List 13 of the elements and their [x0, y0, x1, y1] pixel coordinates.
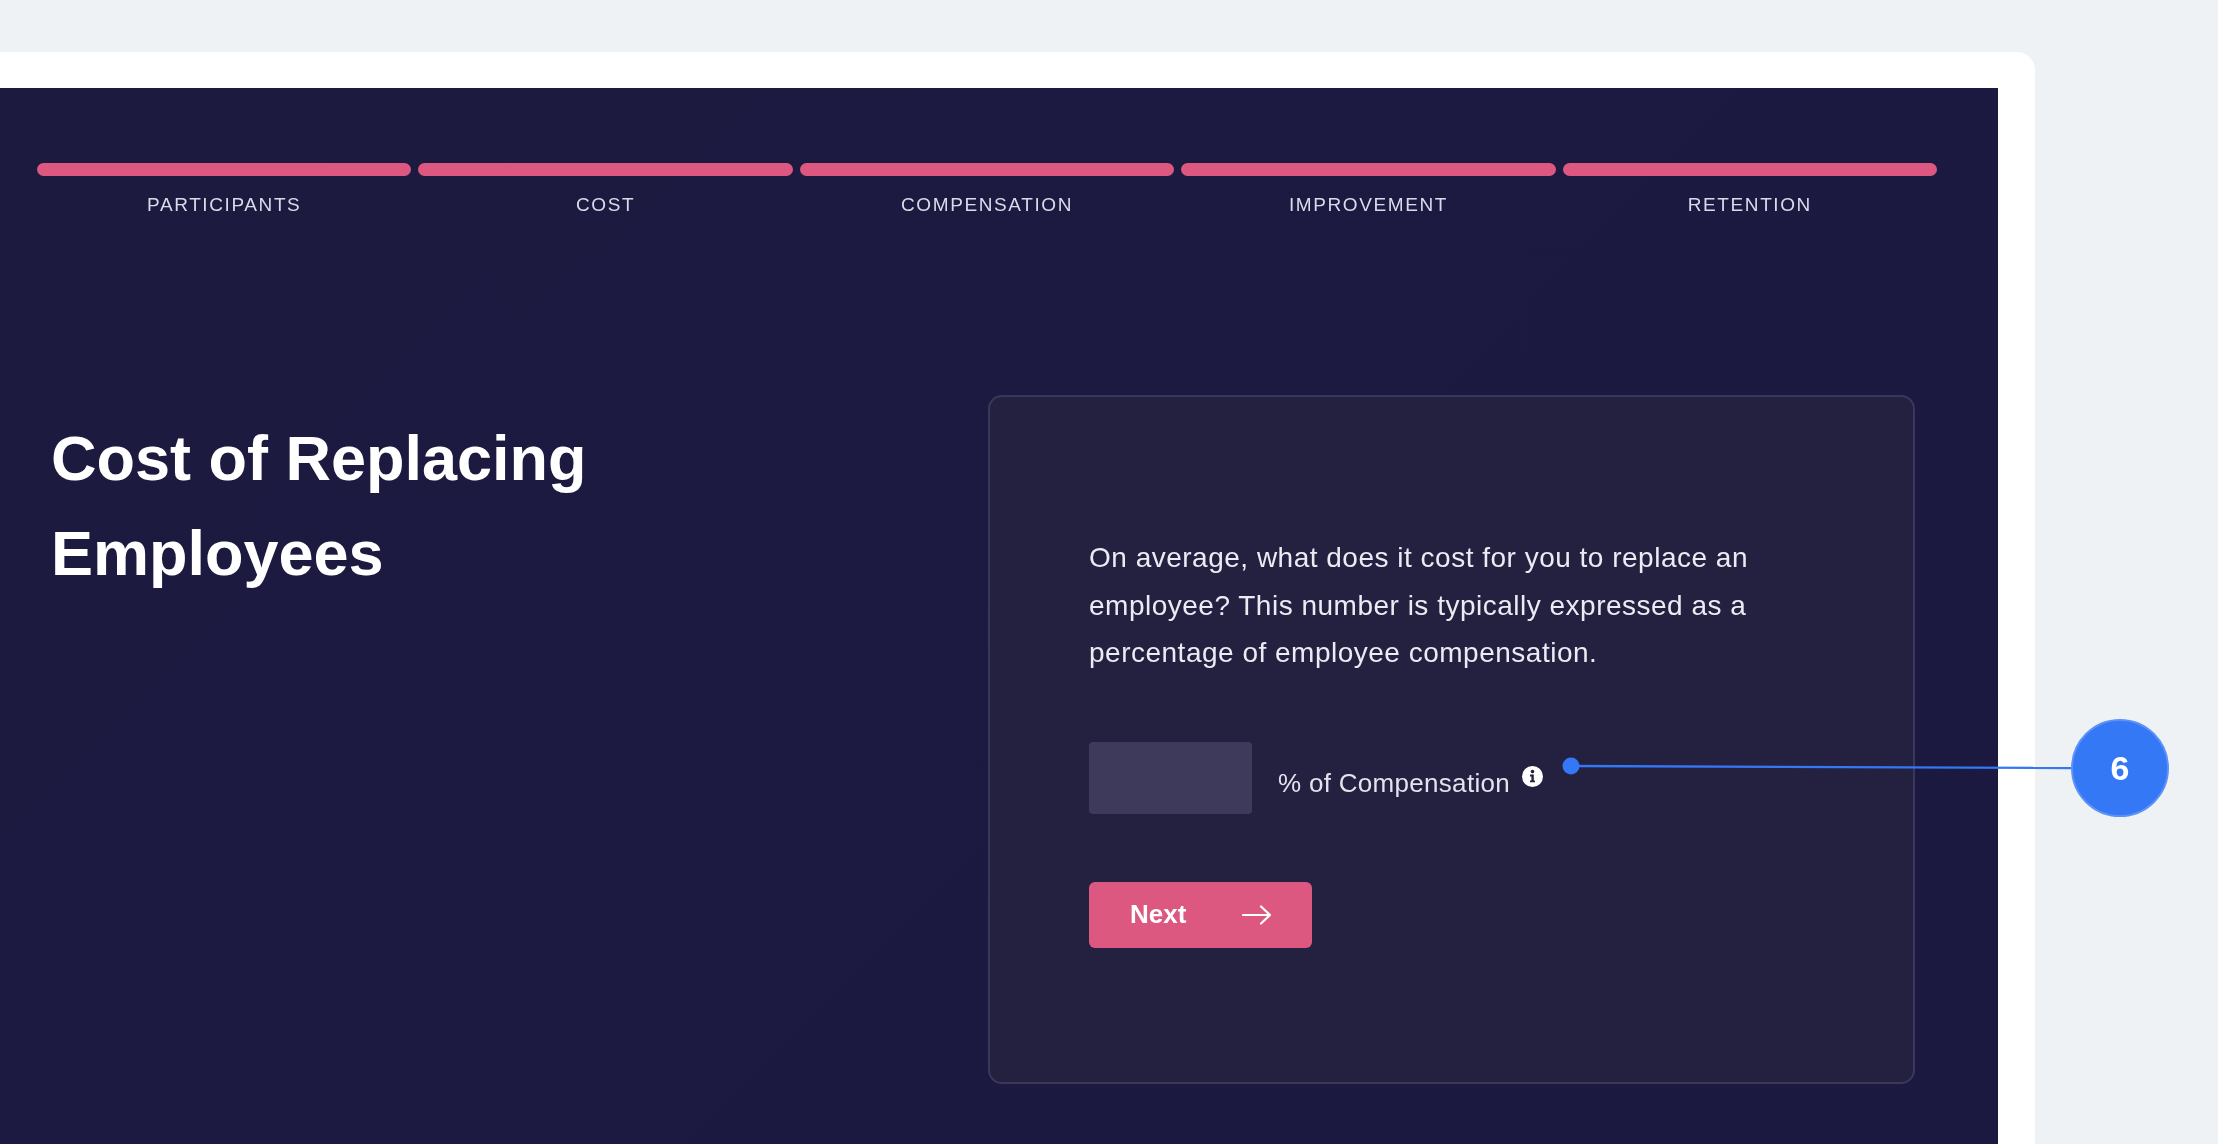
arrow-right-icon — [1242, 904, 1272, 925]
next-button[interactable]: Next — [1089, 881, 1312, 948]
info-icon[interactable] — [1522, 766, 1543, 788]
step-label: COST — [576, 193, 636, 217]
step-label: PARTICIPANTS — [147, 193, 302, 217]
step-label: COMPENSATION — [901, 193, 1073, 217]
step-label: RETENTION — [1687, 193, 1812, 217]
unit-label: % of Compensation — [1278, 767, 1510, 801]
input-field[interactable] — [1089, 741, 1252, 814]
question-text: On average, what does it cost for you to replace an employee? This number is typically expressed as a percentage of employee compensation. — [1089, 541, 1749, 671]
step-label: IMPROVEMENT — [1288, 193, 1448, 217]
callout-badge: 6 — [2071, 719, 2169, 817]
page-heading: Cost of Replacing Employees — [51, 422, 588, 590]
